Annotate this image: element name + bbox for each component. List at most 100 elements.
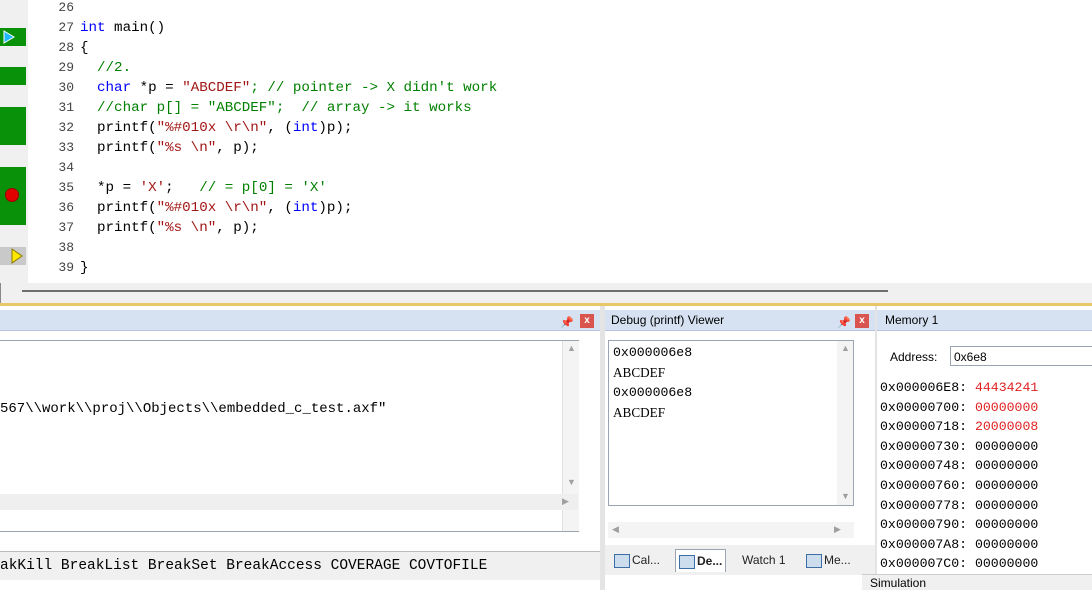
- scroll-thumb[interactable]: [22, 290, 888, 292]
- memory-row[interactable]: 0x00000700: 00000000: [880, 398, 1038, 418]
- call-stack-icon: [614, 553, 630, 568]
- command-window: 📌 x 567\\work\\proj\\Objects\\embedded_c…: [0, 306, 600, 590]
- memory-row[interactable]: 0x00000790: 00000000: [880, 515, 1038, 535]
- memory-row[interactable]: 0x00000778: 00000000: [880, 496, 1038, 516]
- line-number: 39: [58, 260, 74, 275]
- line-number: 30: [58, 80, 74, 95]
- scroll-up-icon[interactable]: ▲: [567, 343, 576, 353]
- memory-icon: [806, 553, 822, 568]
- code-line[interactable]: 35 *p = 'X'; // = p[0] = 'X': [0, 178, 1092, 198]
- code-text: char *p = "ABCDEF"; // pointer -> X didn…: [80, 80, 498, 96]
- memory-row[interactable]: 0x00000730: 00000000: [880, 437, 1038, 457]
- close-icon[interactable]: x: [855, 314, 869, 328]
- code-text: *p = 'X'; // = p[0] = 'X': [80, 180, 327, 196]
- memory-address: 0x00000760:: [880, 478, 968, 493]
- scroll-down-icon[interactable]: ▼: [567, 477, 576, 487]
- debug-viewer-titlebar: Debug (printf) Viewer 📌 x: [605, 310, 875, 331]
- tab-call-stack[interactable]: Cal...: [611, 549, 663, 571]
- horizontal-scrollbar[interactable]: ◀ ▶: [608, 522, 854, 538]
- memory-value[interactable]: 00000000: [975, 498, 1038, 513]
- command-help-line: akKill BreakList BreakSet BreakAccess CO…: [0, 551, 600, 580]
- code-line[interactable]: 32 printf("%#010x \r\n", (int)p);: [0, 118, 1092, 138]
- memory-address: 0x00000730:: [880, 438, 968, 454]
- code-line[interactable]: 27 int main(): [0, 18, 1092, 38]
- debug-output-line: ABCDEF: [613, 365, 666, 380]
- debug-viewer-title: Debug (printf) Viewer: [611, 313, 725, 327]
- memory-window-title: Memory 1: [885, 313, 939, 327]
- scroll-right-icon[interactable]: ▶: [834, 524, 841, 535]
- line-number: 38: [58, 240, 74, 255]
- vertical-scrollbar[interactable]: ▲ ▼: [837, 341, 853, 505]
- code-line[interactable]: 33 printf("%s \n", p);: [0, 138, 1092, 158]
- address-label: Address:: [890, 350, 938, 364]
- scroll-right-icon[interactable]: ▶: [562, 496, 569, 507]
- debug-output[interactable]: 0x000006e8 ABCDEF 0x000006e8 ABCDEF ▲ ▼: [608, 340, 854, 506]
- tab-watch-1[interactable]: Watch 1: [739, 549, 789, 571]
- memory-address: 0x000006E8:: [880, 380, 968, 395]
- code-line[interactable]: 31 //char p[] = "ABCDEF"; // array -> it…: [0, 98, 1092, 118]
- code-line[interactable]: 38: [0, 238, 1092, 258]
- line-number: 29: [58, 60, 74, 75]
- memory-value[interactable]: 44434241: [975, 380, 1038, 395]
- close-icon[interactable]: x: [580, 314, 594, 328]
- debug-viewer-icon: [679, 554, 695, 569]
- line-number: 27: [58, 20, 74, 35]
- command-window-titlebar: 📌 x: [0, 310, 600, 331]
- memory-value[interactable]: 00000000: [975, 478, 1038, 493]
- tab-memory[interactable]: Me...: [803, 549, 854, 571]
- code-text: //char p[] = "ABCDEF"; // array -> it wo…: [80, 100, 472, 116]
- memory-row[interactable]: 0x00000748: 00000000: [880, 456, 1038, 476]
- code-text: printf("%s \n", p);: [80, 220, 259, 236]
- line-number: 37: [58, 220, 74, 235]
- memory-value[interactable]: 00000000: [975, 439, 1038, 454]
- memory-window: Memory 1 Address: 0x6e8 0x000006E8: 4443…: [877, 306, 1092, 590]
- memory-address: 0x00000778:: [880, 497, 968, 513]
- memory-value[interactable]: 00000000: [975, 458, 1038, 473]
- code-line[interactable]: 34: [0, 158, 1092, 178]
- memory-row[interactable]: 0x00000718: 20000008: [880, 417, 1038, 437]
- memory-address: 0x00000718:: [880, 419, 968, 435]
- tab-debug-viewer[interactable]: De...: [675, 549, 727, 572]
- memory-value[interactable]: 20000008: [975, 419, 1038, 434]
- code-line[interactable]: 39}: [0, 258, 1092, 278]
- command-output[interactable]: 567\\work\\proj\\Objects\\embedded_c_tes…: [0, 340, 579, 532]
- line-number: 35: [58, 180, 74, 195]
- debug-output-line: ABCDEF: [613, 405, 666, 420]
- memory-address: 0x00000790:: [880, 517, 968, 533]
- memory-value[interactable]: 00000000: [975, 400, 1038, 415]
- bottom-tab-strip: Cal... De... Watch 1 Me...: [605, 545, 875, 575]
- scroll-left-icon[interactable]: ◀: [612, 524, 619, 535]
- address-input[interactable]: 0x6e8: [950, 346, 1092, 366]
- code-line[interactable]: 37 printf("%s \n", p);: [0, 218, 1092, 238]
- line-number: 32: [58, 120, 74, 135]
- code-text: printf("%#010x \r\n", (int)p);: [80, 200, 353, 216]
- code-line[interactable]: 30 char *p = "ABCDEF"; // pointer -> X d…: [0, 78, 1092, 98]
- pin-icon[interactable]: 📌: [560, 313, 574, 333]
- debug-output-line: 0x000006e8: [613, 385, 693, 400]
- memory-row[interactable]: 0x000007A8: 00000000: [880, 535, 1038, 555]
- code-text: printf("%#010x \r\n", (int)p);: [80, 120, 353, 136]
- code-line[interactable]: 36 printf("%#010x \r\n", (int)p);: [0, 198, 1092, 218]
- pin-icon[interactable]: 📌: [837, 313, 851, 333]
- memory-value[interactable]: 00000000: [975, 556, 1038, 571]
- memory-value[interactable]: 00000000: [975, 537, 1038, 552]
- code-text: }: [80, 260, 89, 276]
- line-number: 31: [58, 100, 74, 115]
- memory-row[interactable]: 0x00000760: 00000000: [880, 476, 1038, 496]
- code-line[interactable]: 26: [0, 0, 1092, 18]
- editor-horizontal-scrollbar[interactable]: [0, 283, 1092, 303]
- memory-row[interactable]: 0x000007C0: 00000000: [880, 554, 1038, 574]
- memory-address: 0x00000748:: [880, 458, 968, 474]
- scroll-up-icon[interactable]: ▲: [841, 343, 850, 353]
- command-output-line: 567\\work\\proj\\Objects\\embedded_c_tes…: [0, 401, 387, 417]
- memory-window-titlebar: Memory 1: [877, 310, 1092, 331]
- horizontal-scrollbar[interactable]: ▶: [0, 494, 578, 510]
- memory-row[interactable]: 0x000006E8: 44434241: [880, 378, 1038, 398]
- memory-address: 0x000007A8:: [880, 536, 968, 552]
- code-line[interactable]: 29 //2.: [0, 58, 1092, 78]
- scroll-down-icon[interactable]: ▼: [841, 491, 850, 501]
- code-editor[interactable]: 26 27 int main() 28{29 //2. 30 char *p = "AB…: [0, 0, 1092, 283]
- code-text: printf("%s \n", p);: [80, 140, 259, 156]
- code-line[interactable]: 28 {: [0, 38, 1092, 58]
- memory-value[interactable]: 00000000: [975, 517, 1038, 532]
